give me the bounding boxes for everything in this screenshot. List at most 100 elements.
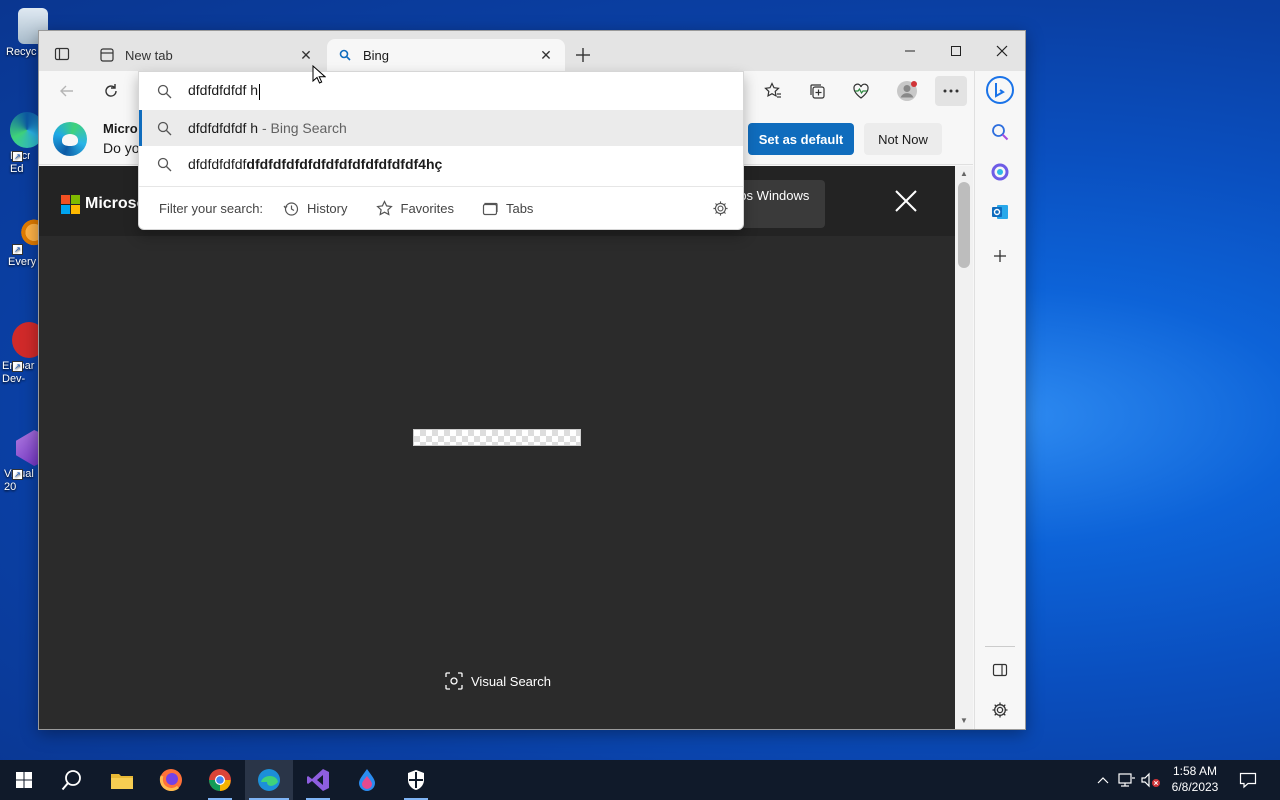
sidebar-search-button[interactable]: [985, 117, 1015, 147]
taskbar: 1:58 AM 6/8/2023: [0, 760, 1280, 800]
network-tray-button[interactable]: [1116, 760, 1138, 800]
scroll-down-icon[interactable]: ▼: [959, 716, 969, 726]
bing-chat-icon: [986, 76, 1014, 104]
minimize-button[interactable]: [887, 35, 933, 67]
taskbar-firefox[interactable]: [147, 760, 195, 800]
search-filter-bar: Filter your search: History Favorites Ta…: [139, 186, 743, 230]
history-icon: [283, 201, 299, 216]
notification-icon: [1239, 772, 1257, 789]
tab-actions-button[interactable]: [49, 41, 75, 67]
scroll-thumb[interactable]: [958, 182, 970, 268]
hide-sidebar-button[interactable]: [985, 655, 1015, 685]
file-explorer-icon: [111, 774, 133, 789]
close-overlay-icon[interactable]: [893, 188, 919, 214]
broken-image: [413, 429, 581, 446]
suggestion-item[interactable]: dfdfdfdfdfdfdfdfdfdfdfdfdfdfdfdfdfdf4hç: [139, 146, 743, 182]
gear-icon[interactable]: [712, 200, 729, 217]
close-tab-icon[interactable]: ✕: [537, 46, 555, 64]
taskbar-file-explorer[interactable]: [98, 760, 146, 800]
close-tab-icon[interactable]: ✕: [297, 46, 315, 64]
volume-muted-icon: [1141, 772, 1160, 788]
tabs-icon: [482, 202, 498, 215]
browser-essentials-button[interactable]: [845, 76, 877, 106]
new-tab-button[interactable]: [571, 43, 595, 67]
edge-sidebar: [974, 71, 1025, 729]
volume-tray-button[interactable]: [1140, 760, 1162, 800]
maximize-button[interactable]: [933, 35, 979, 67]
show-hidden-icons-button[interactable]: [1094, 760, 1112, 800]
suggestion-text: dfdfdfdfdf h: [188, 120, 259, 136]
sidebar-divider: [985, 646, 1015, 647]
firefox-icon: [159, 769, 182, 792]
suggestion-item[interactable]: dfdfdfdfdf h - Bing Search: [139, 110, 743, 146]
taskbar-paint[interactable]: [343, 760, 391, 800]
taskbar-clock[interactable]: 1:58 AM 6/8/2023: [1160, 763, 1230, 795]
close-window-button[interactable]: [979, 35, 1025, 67]
tab-strip: New tab ✕ Bing ✕: [39, 31, 1025, 71]
refresh-icon: [105, 84, 117, 97]
chrome-icon: [209, 769, 231, 791]
page-content: Microsof ros Windows Visual Search: [39, 166, 955, 729]
search-icon: [992, 124, 1009, 141]
network-icon: [1118, 773, 1135, 787]
taskbar-search-button[interactable]: [48, 760, 96, 800]
sidebar-add-button[interactable]: [985, 241, 1015, 271]
plus-icon: [576, 48, 590, 62]
set-as-default-button[interactable]: Set as default: [748, 123, 854, 155]
filter-tabs-button[interactable]: Tabs: [482, 201, 533, 217]
sidebar-panel-icon: [992, 663, 1008, 677]
collections-button[interactable]: [801, 76, 833, 106]
plus-icon: [994, 250, 1006, 262]
bing-search-icon: [337, 47, 353, 63]
settings-more-button[interactable]: [935, 76, 967, 106]
tab-actions-icon: [54, 47, 70, 61]
suggestion-prefix: dfdfdfdfdf: [188, 156, 247, 172]
search-icon: [157, 157, 172, 171]
taskbar-edge[interactable]: [245, 760, 293, 800]
notifications-button[interactable]: [1234, 760, 1262, 800]
sidebar-outlook-button[interactable]: [985, 197, 1015, 227]
taskbar-chrome[interactable]: [196, 760, 244, 800]
taskbar-visual-studio[interactable]: [294, 760, 342, 800]
collections-icon: [810, 84, 825, 99]
mouse-cursor-icon: [312, 65, 326, 84]
office-icon: [991, 163, 1009, 181]
suggestion-completion: dfdfdfdfdfdfdfdfdfdfdfdfdf4hç: [246, 156, 443, 172]
profile-button[interactable]: [891, 76, 923, 106]
favorites-button[interactable]: [757, 76, 789, 106]
shortcut-arrow-icon: ↗: [12, 361, 23, 372]
chevron-up-icon: [1097, 777, 1109, 784]
address-input[interactable]: dfdfdfdfdf h: [139, 72, 743, 110]
start-icon: [16, 772, 32, 788]
text-caret: [259, 83, 261, 100]
search-icon: [157, 84, 172, 98]
visual-studio-icon: [307, 769, 329, 791]
sidebar-office-button[interactable]: [985, 157, 1015, 187]
not-now-button[interactable]: Not Now: [864, 123, 942, 155]
taskbar-defender[interactable]: [392, 760, 440, 800]
bing-chat-button[interactable]: [985, 75, 1015, 105]
filter-tabs-label: Tabs: [505, 201, 534, 216]
edge-logo-icon: [53, 122, 87, 156]
avatar-icon: [897, 81, 917, 101]
outlook-icon: [992, 205, 1008, 219]
start-button[interactable]: [0, 760, 48, 800]
filter-history-button[interactable]: History: [283, 201, 348, 217]
clock-date: 6/8/2023: [1171, 780, 1219, 794]
refresh-button[interactable]: [95, 76, 127, 106]
scroll-up-icon[interactable]: ▲: [959, 169, 969, 179]
heart-pulse-icon: [853, 83, 869, 99]
gear-icon: [992, 702, 1008, 718]
visual-search-button[interactable]: Visual Search: [445, 672, 551, 690]
filter-favorites-button[interactable]: Favorites: [375, 200, 454, 217]
shortcut-arrow-icon: ↗: [12, 469, 23, 480]
tab-bing[interactable]: Bing ✕: [327, 39, 565, 71]
sidebar-settings-button[interactable]: [985, 695, 1015, 725]
page-scrollbar[interactable]: ▲ ▼: [955, 166, 973, 729]
defender-icon: [408, 770, 424, 790]
microsoft-logo-icon: [61, 195, 80, 214]
back-button[interactable]: [51, 76, 83, 106]
more-dots-icon: [943, 89, 959, 93]
filter-favorites-label: Favorites: [400, 201, 454, 216]
tab-new-tab[interactable]: New tab ✕: [89, 39, 325, 71]
